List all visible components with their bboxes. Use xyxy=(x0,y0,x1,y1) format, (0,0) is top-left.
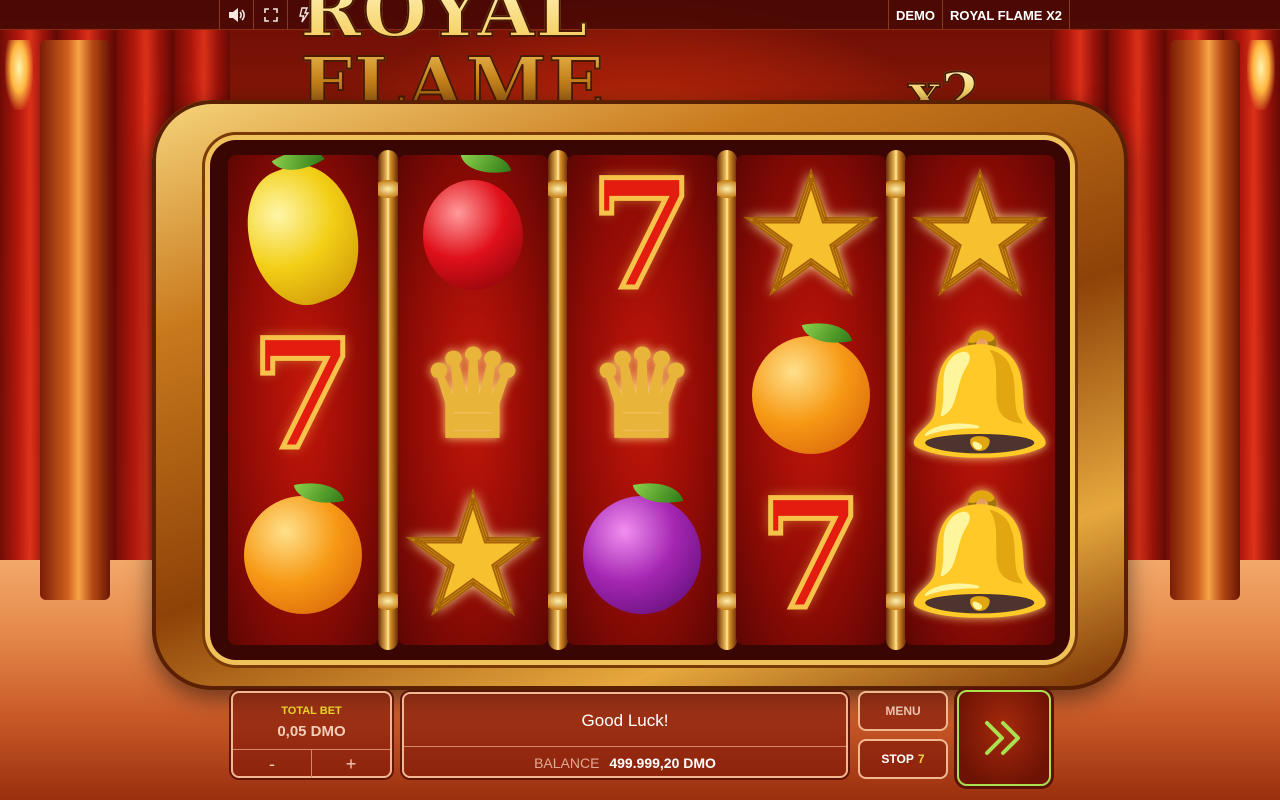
star-symbol: ★ xyxy=(736,155,886,315)
star-symbol: ★ xyxy=(905,155,1055,315)
seven-icon: 7 xyxy=(248,307,357,483)
balance-label: BALANCE xyxy=(534,755,600,771)
reel-divider xyxy=(544,150,572,650)
autoplay-stop-button[interactable]: STOP 7 xyxy=(858,739,948,779)
left-torch-icon xyxy=(5,40,33,110)
crown-icon: ♛ xyxy=(419,328,527,462)
cherry-icon xyxy=(423,180,523,290)
spin-button[interactable] xyxy=(957,690,1051,786)
reel-4: ★ 7 xyxy=(736,155,886,645)
fullscreen-icon xyxy=(263,8,278,22)
reel-divider xyxy=(713,150,741,650)
star-icon: ★ xyxy=(743,155,879,319)
total-bet-panel: TOTAL BET 0,05 DMO - + xyxy=(231,691,392,778)
message-panel: Good Luck! BALANCE 499.999,20 DMO xyxy=(402,692,848,778)
crown-icon: ♛ xyxy=(588,328,696,462)
speaker-icon xyxy=(228,8,245,22)
star-icon: ★ xyxy=(912,155,1048,319)
total-bet-title: TOTAL BET xyxy=(281,705,342,717)
left-pillar xyxy=(40,40,110,600)
double-chevron-right-icon xyxy=(985,721,1020,755)
sound-button[interactable] xyxy=(219,0,253,30)
plum-icon xyxy=(583,496,701,614)
orange-symbol xyxy=(228,475,378,635)
bell-symbol: 🔔 xyxy=(905,315,1055,475)
reel-1: 7 xyxy=(228,155,378,645)
autoplay-remaining-count: 7 xyxy=(917,752,925,766)
cherry-symbol xyxy=(398,155,548,315)
balance-readout: BALANCE 499.999,20 DMO xyxy=(404,755,846,771)
status-message: Good Luck! xyxy=(581,711,669,730)
star-symbol: ★ xyxy=(398,475,548,635)
lemon-icon xyxy=(228,155,378,319)
reel-2: ♛ ★ xyxy=(398,155,548,645)
reel-divider xyxy=(374,150,402,650)
lemon-symbol xyxy=(228,155,378,319)
plum-symbol xyxy=(567,475,717,635)
seven-icon: 7 xyxy=(756,467,865,643)
seven-symbol: 7 xyxy=(228,315,378,475)
seven-icon: 7 xyxy=(587,155,696,323)
stop-label: STOP xyxy=(881,752,914,766)
crown-symbol: ♛ xyxy=(567,315,717,475)
balance-value: 499.999,20 DMO xyxy=(609,755,716,771)
star-icon: ★ xyxy=(405,471,541,639)
bell-icon: 🔔 xyxy=(905,325,1055,464)
menu-button[interactable]: MENU xyxy=(858,691,948,731)
message-divider xyxy=(404,746,846,747)
seven-symbol: 7 xyxy=(736,475,886,635)
orange-icon xyxy=(752,336,870,454)
fullscreen-button[interactable] xyxy=(253,0,287,30)
orange-icon xyxy=(244,496,362,614)
bell-symbol: 🔔 xyxy=(905,475,1055,635)
reel-divider xyxy=(882,150,910,650)
crown-symbol: ♛ xyxy=(398,315,548,475)
bell-icon: 🔔 xyxy=(905,485,1055,624)
right-torch-icon xyxy=(1247,40,1275,110)
orange-symbol xyxy=(736,315,886,475)
reel-5: ★ 🔔 🔔 xyxy=(905,155,1055,645)
reel-3: 7 ♛ xyxy=(567,155,717,645)
total-bet-value: 0,05 DMO xyxy=(277,723,346,740)
bet-adjust-row: - + xyxy=(233,749,390,778)
right-pillar xyxy=(1170,40,1240,600)
increase-bet-button[interactable]: + xyxy=(311,750,390,778)
decrease-bet-button[interactable]: - xyxy=(233,750,311,778)
seven-symbol: 7 xyxy=(567,155,717,315)
